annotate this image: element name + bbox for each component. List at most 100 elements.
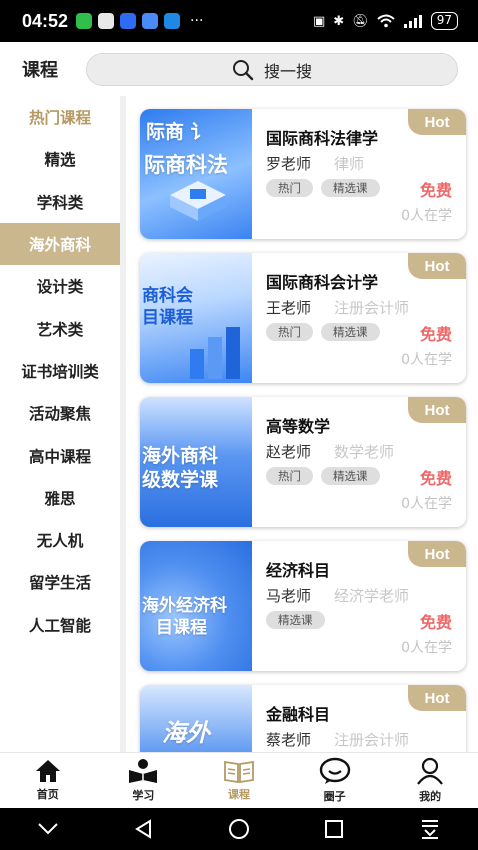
bottom-tab-bar: 首页 学习 课程 圈子 我的 <box>0 752 478 808</box>
course-card[interactable]: 海外商科 级数学课 Hot 高等数学 赵老师 数学老师 热门 精选课 免费 0人… <box>140 397 466 527</box>
sidebar-item-label: 学科类 <box>36 193 84 212</box>
notification-icons: ··· <box>76 13 203 29</box>
thumbnail-text: 际商科法 <box>144 153 228 177</box>
tab-home[interactable]: 首页 <box>0 753 96 808</box>
course-thumbnail: 海外商科 级数学课 <box>140 397 252 527</box>
bluetooth-icon: ✱ <box>333 13 345 29</box>
sidebar-item-hot[interactable]: 热门课程 <box>0 96 120 138</box>
sidebar-item-featured[interactable]: 精选 <box>0 138 120 180</box>
teacher-role: 律师 <box>334 155 365 173</box>
course-list: 际商 讠 际商科法 Hot 国际商科法律学 罗老师 律师 热门 精选课 免费 0… <box>132 96 478 752</box>
tab-label: 课程 <box>227 788 250 801</box>
course-title: 国际商科会计学 <box>266 273 379 292</box>
tab-circle[interactable]: 圈子 <box>287 753 383 808</box>
sidebar-item-label: 无人机 <box>36 532 84 551</box>
sidebar-item-high-school[interactable]: 高中课程 <box>0 434 120 476</box>
nfc-icon: ▣ <box>313 13 326 29</box>
search-input[interactable]: 搜一搜 <box>86 53 458 86</box>
chat-icon <box>319 757 350 784</box>
sidebar-item-drone[interactable]: 无人机 <box>0 519 120 561</box>
tag-featured: 精选课 <box>321 323 380 341</box>
sidebar-item-certificates[interactable]: 证书培训类 <box>0 350 120 392</box>
course-title: 经济科目 <box>266 561 331 580</box>
tab-label: 圈子 <box>323 790 346 803</box>
thumbnail-text: 级数学课 <box>142 469 219 491</box>
sidebar-item-design[interactable]: 设计类 <box>0 265 120 307</box>
app-icon <box>120 13 137 29</box>
hot-badge: Hot <box>408 109 466 135</box>
home-circle-icon[interactable] <box>228 818 250 840</box>
sidebar-item-label: 活动聚焦 <box>28 405 91 424</box>
thumbnail-text: 目课程 <box>142 308 193 328</box>
sidebar-item-label: 精选 <box>44 151 76 170</box>
sidebar-item-label: 高中课程 <box>28 447 91 466</box>
teacher-name: 赵老师 <box>266 443 312 461</box>
sidebar-item-overseas-business[interactable]: 海外商科 <box>0 222 120 266</box>
price-label: 免费 <box>419 469 452 488</box>
signal-icon <box>403 15 422 28</box>
wechat-icon <box>76 13 93 29</box>
course-card[interactable]: 际商 讠 际商科法 Hot 国际商科法律学 罗老师 律师 热门 精选课 免费 0… <box>140 109 466 239</box>
tab-profile[interactable]: 我的 <box>382 753 478 808</box>
category-sidebar: 热门课程 精选 学科类 海外商科 设计类 艺术类 证书培训类 活动聚焦 高中课程… <box>0 96 126 752</box>
tag-featured: 精选课 <box>321 467 380 485</box>
profile-icon <box>417 757 444 785</box>
course-tags: 精选课 <box>266 611 325 629</box>
header: 课程 搜一搜 <box>0 42 478 96</box>
back-icon[interactable] <box>134 819 154 839</box>
sidebar-item-label: 雅思 <box>44 489 76 508</box>
course-title: 金融科目 <box>266 705 331 724</box>
system-nav-bar <box>0 808 478 850</box>
app-icon <box>164 13 181 29</box>
course-card[interactable]: 海外 Hot 金融科目 蔡老师 注册会计师 <box>140 685 466 752</box>
sidebar-item-label: 留学生活 <box>28 574 91 593</box>
tag-hot: 热门 <box>266 323 313 341</box>
learner-count: 0人在学 <box>401 352 452 368</box>
chevron-down-icon[interactable] <box>37 822 59 836</box>
thumbnail-text: 海外商科 <box>142 445 219 467</box>
learner-count: 0人在学 <box>401 208 452 224</box>
sidebar-item-ai[interactable]: 人工智能 <box>0 604 120 646</box>
sidebar-item-label: 设计类 <box>36 278 84 297</box>
course-card[interactable]: 商科会 目课程 Hot 国际商科会计学 王老师 注册会计师 热门 精选课 免费 … <box>140 253 466 383</box>
sidebar-item-ielts[interactable]: 雅思 <box>0 477 120 519</box>
thumbnail-graphic <box>190 327 240 379</box>
status-bar: 04:52 ··· ▣ ✱ 🔕︎ 97 <box>0 0 478 42</box>
course-card[interactable]: 海外经济科 目课程 Hot 经济科目 马老师 经济学老师 精选课 免费 0人在学 <box>140 541 466 671</box>
tab-label: 我的 <box>419 790 442 803</box>
page-title: 课程 <box>22 60 58 81</box>
price-label: 免费 <box>419 325 452 344</box>
learner-count: 0人在学 <box>401 640 452 656</box>
search-icon <box>232 59 254 80</box>
teacher-role: 注册会计师 <box>334 299 410 317</box>
tag-hot: 热门 <box>266 179 313 197</box>
thumbnail-text: 目课程 <box>156 618 207 638</box>
sidebar-item-label: 艺术类 <box>36 320 84 339</box>
sidebar-item-label: 海外商科 <box>28 236 91 255</box>
tab-study[interactable]: 学习 <box>96 753 192 808</box>
sidebar-item-art[interactable]: 艺术类 <box>0 307 120 349</box>
tab-label: 首页 <box>36 788 59 801</box>
message-icon <box>98 13 115 29</box>
system-icons: ▣ ✱ 🔕︎ 97 <box>313 0 458 42</box>
teacher-name: 马老师 <box>266 587 312 605</box>
more-notifications-icon: ··· <box>190 13 204 29</box>
status-time: 04:52 <box>22 10 69 31</box>
course-thumbnail: 商科会 目课程 <box>140 253 252 383</box>
price-label: 免费 <box>419 181 452 200</box>
app-icon <box>142 13 159 29</box>
recents-icon[interactable] <box>324 819 344 839</box>
course-tags: 热门 精选课 <box>266 467 380 485</box>
teacher-name: 王老师 <box>266 299 312 317</box>
sidebar-item-subjects[interactable]: 学科类 <box>0 181 120 223</box>
keyboard-hide-icon[interactable] <box>419 819 441 839</box>
teacher-role: 数学老师 <box>334 443 395 461</box>
search-placeholder: 搜一搜 <box>263 61 312 81</box>
tag-hot: 热门 <box>266 467 313 485</box>
tab-course[interactable]: 课程 <box>191 753 287 808</box>
teacher-name: 蔡老师 <box>266 731 312 749</box>
hot-badge: Hot <box>408 253 466 279</box>
wifi-icon <box>377 14 395 28</box>
sidebar-item-events[interactable]: 活动聚焦 <box>0 392 120 434</box>
sidebar-item-study-abroad[interactable]: 留学生活 <box>0 561 120 603</box>
